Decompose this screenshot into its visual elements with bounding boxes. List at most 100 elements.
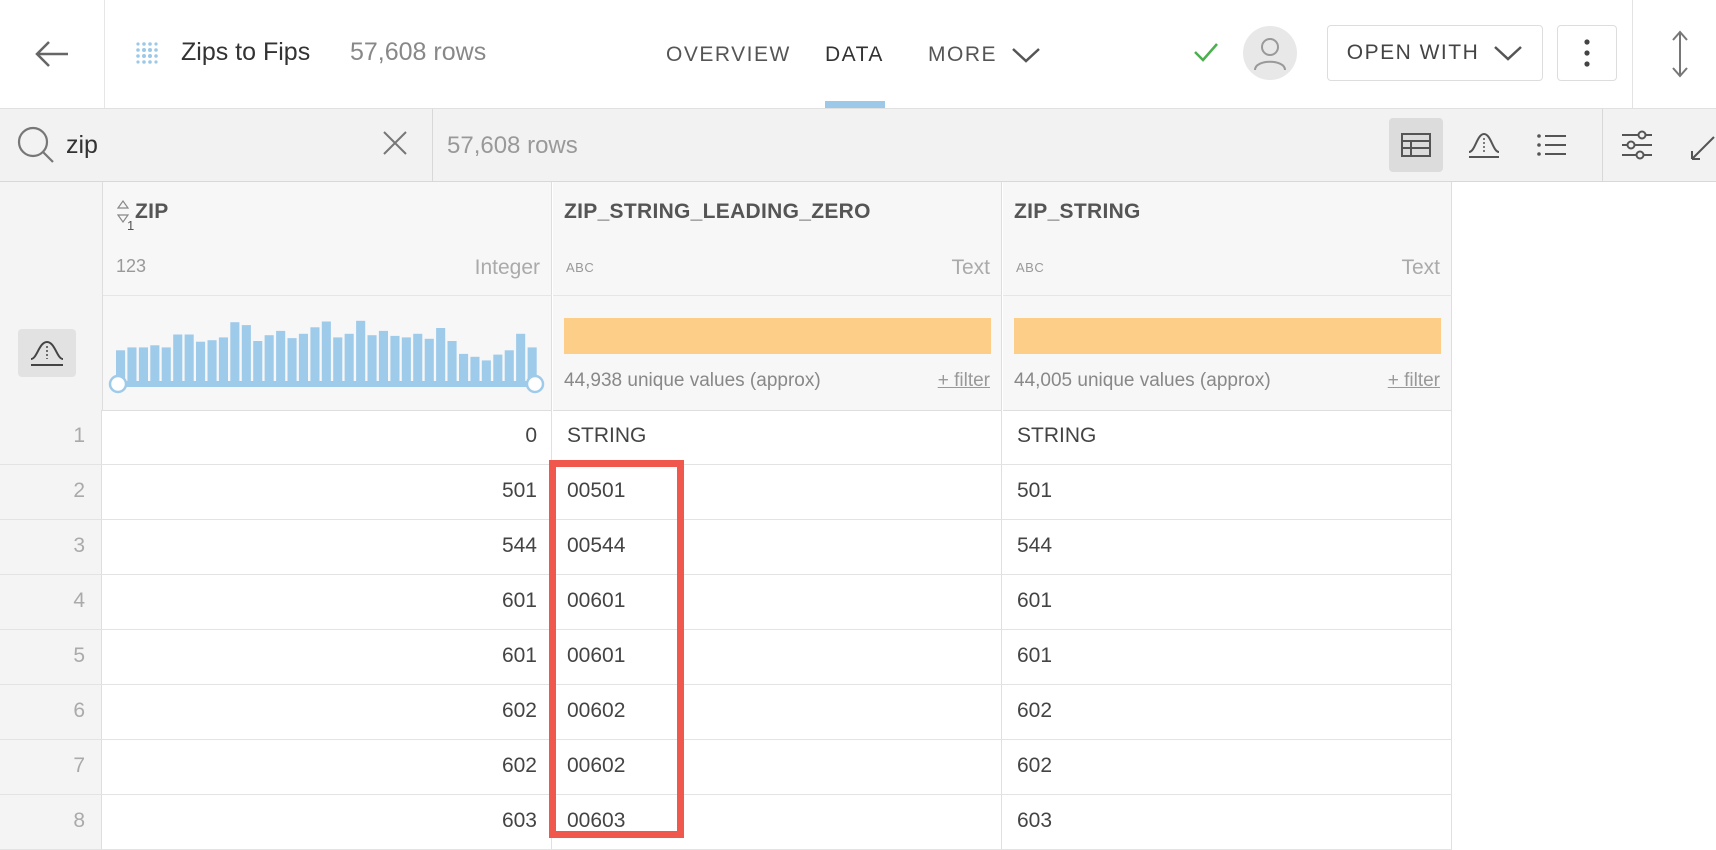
tab-overview[interactable]: OVERVIEW xyxy=(666,43,791,67)
header-divider xyxy=(1632,0,1633,108)
search-input[interactable] xyxy=(66,127,366,163)
histogram-bar xyxy=(230,322,240,382)
range-slider-max-handle[interactable] xyxy=(525,374,545,394)
column-header[interactable]: ZIP_STRING_LEADING_ZERO ABC Text xyxy=(553,182,1002,296)
search-icon xyxy=(17,126,54,163)
cell-zip-string[interactable]: 544 xyxy=(1002,520,1452,574)
table-row[interactable]: 4 601 00601 601 xyxy=(0,575,1452,630)
column-summary: 44,938 unique values (approx) + filter xyxy=(553,296,1002,411)
cell-zip[interactable]: 501 xyxy=(102,465,552,519)
table-row[interactable]: 6 602 00602 602 xyxy=(0,685,1452,740)
column-settings-button[interactable] xyxy=(1610,118,1664,172)
column-type-icon: ABC xyxy=(1016,260,1045,275)
row-number: 2 xyxy=(0,465,102,519)
histogram-chart[interactable] xyxy=(103,296,552,410)
cell-zip-string[interactable]: 601 xyxy=(1002,630,1452,684)
table-view-button[interactable] xyxy=(1389,118,1443,172)
cell-zip-string-leading-zero[interactable]: 00603 xyxy=(552,795,1002,849)
avatar[interactable] xyxy=(1243,26,1297,80)
table-row[interactable]: 2 501 00501 501 xyxy=(0,465,1452,520)
table-row[interactable]: 1 0 STRING STRING xyxy=(0,410,1452,465)
cell-zip[interactable]: 601 xyxy=(102,575,552,629)
cell-zip[interactable]: 544 xyxy=(102,520,552,574)
open-with-button[interactable]: OPEN WITH xyxy=(1327,25,1543,81)
cell-zip-string[interactable]: 501 xyxy=(1002,465,1452,519)
histogram-bar xyxy=(173,334,183,382)
text-distribution-bar xyxy=(1014,318,1441,354)
table-body: 1 0 STRING STRING 2 501 00501 501 3 544 … xyxy=(0,410,1452,850)
cell-zip-string-leading-zero[interactable]: 00501 xyxy=(552,465,1002,519)
add-filter-link[interactable]: + filter xyxy=(1388,370,1440,392)
histogram-bar xyxy=(436,328,446,382)
row-number: 3 xyxy=(0,520,102,574)
distribution-view-button[interactable] xyxy=(1457,118,1511,172)
back-button[interactable] xyxy=(0,0,105,108)
histogram-bar xyxy=(184,334,194,382)
cell-zip-string-leading-zero[interactable]: 00544 xyxy=(552,520,1002,574)
range-slider-track[interactable] xyxy=(116,381,539,387)
histogram-bar xyxy=(298,333,308,382)
dataset-icon xyxy=(136,42,158,64)
expand-icon[interactable] xyxy=(1690,129,1716,161)
histogram-bar xyxy=(390,335,400,382)
histogram-bar xyxy=(196,341,206,382)
histogram-bar xyxy=(504,350,514,382)
histogram-bar xyxy=(367,335,377,382)
histogram-bar xyxy=(401,337,411,382)
cell-zip-string[interactable]: 602 xyxy=(1002,685,1452,739)
text-distribution-bar xyxy=(564,318,991,354)
cell-zip-string-leading-zero[interactable]: 00601 xyxy=(552,630,1002,684)
histogram-bar xyxy=(241,325,251,382)
search-bar: 57,608 rows xyxy=(0,109,1716,182)
tab-more[interactable]: MORE xyxy=(928,43,1041,67)
tab-data[interactable]: DATA xyxy=(825,43,884,67)
cell-zip-string[interactable]: STRING xyxy=(1002,410,1452,464)
row-number: 6 xyxy=(0,685,102,739)
expand-vertical-icon[interactable] xyxy=(1670,30,1690,78)
column-type-label: Integer xyxy=(474,256,540,279)
cell-zip[interactable]: 602 xyxy=(102,685,552,739)
cell-zip[interactable]: 0 xyxy=(102,410,552,464)
distribution-icon xyxy=(1468,132,1500,158)
toggle-distribution-button[interactable] xyxy=(18,329,76,377)
toolbar-divider xyxy=(1602,109,1603,181)
histogram-bar xyxy=(276,330,286,382)
unique-values: 44,938 unique values (approx) xyxy=(564,370,821,391)
table-row[interactable]: 7 602 00602 602 xyxy=(0,740,1452,795)
cell-zip-string-leading-zero[interactable]: 00602 xyxy=(552,685,1002,739)
table-row[interactable]: 3 544 00544 544 xyxy=(0,520,1452,575)
cell-zip-string[interactable]: 603 xyxy=(1002,795,1452,849)
data-grid: 1 ZIP 123 Integer ZIP_STRING_LEADING_ZER… xyxy=(0,182,1716,850)
back-arrow-icon xyxy=(35,41,68,67)
cell-zip-string-leading-zero[interactable]: 00601 xyxy=(552,575,1002,629)
column-type-label: Text xyxy=(951,256,990,279)
column-zip: 1 ZIP 123 Integer xyxy=(103,182,552,411)
active-tab-indicator xyxy=(825,101,885,108)
list-icon xyxy=(1537,134,1566,156)
list-view-button[interactable] xyxy=(1525,118,1579,172)
range-slider-min-handle[interactable] xyxy=(108,374,128,394)
more-options-button[interactable] xyxy=(1557,25,1617,81)
histogram-bar xyxy=(264,335,274,382)
column-header[interactable]: ZIP_STRING ABC Text xyxy=(1003,182,1452,296)
histogram-bar xyxy=(424,338,434,382)
cell-zip-string[interactable]: 601 xyxy=(1002,575,1452,629)
histogram-bar xyxy=(138,347,148,382)
histogram-bar xyxy=(481,360,491,382)
cell-zip-string-leading-zero[interactable]: STRING xyxy=(552,410,1002,464)
table-icon xyxy=(1401,133,1431,157)
add-filter-link[interactable]: + filter xyxy=(938,370,990,392)
cell-zip[interactable]: 601 xyxy=(102,630,552,684)
table-row[interactable]: 5 601 00601 601 xyxy=(0,630,1452,685)
unique-values: 44,005 unique values (approx) xyxy=(1014,370,1271,391)
cell-zip[interactable]: 602 xyxy=(102,740,552,794)
close-icon[interactable] xyxy=(380,128,410,158)
cell-zip[interactable]: 603 xyxy=(102,795,552,849)
column-type-icon: ABC xyxy=(566,260,595,275)
cell-zip-string-leading-zero[interactable]: 00602 xyxy=(552,740,1002,794)
cell-zip-string[interactable]: 602 xyxy=(1002,740,1452,794)
column-histogram xyxy=(103,296,552,411)
column-header[interactable]: 1 ZIP 123 Integer xyxy=(103,182,552,296)
column-zip-string: ZIP_STRING ABC Text 44,005 unique values… xyxy=(1003,182,1452,411)
histogram-bar xyxy=(459,353,469,382)
